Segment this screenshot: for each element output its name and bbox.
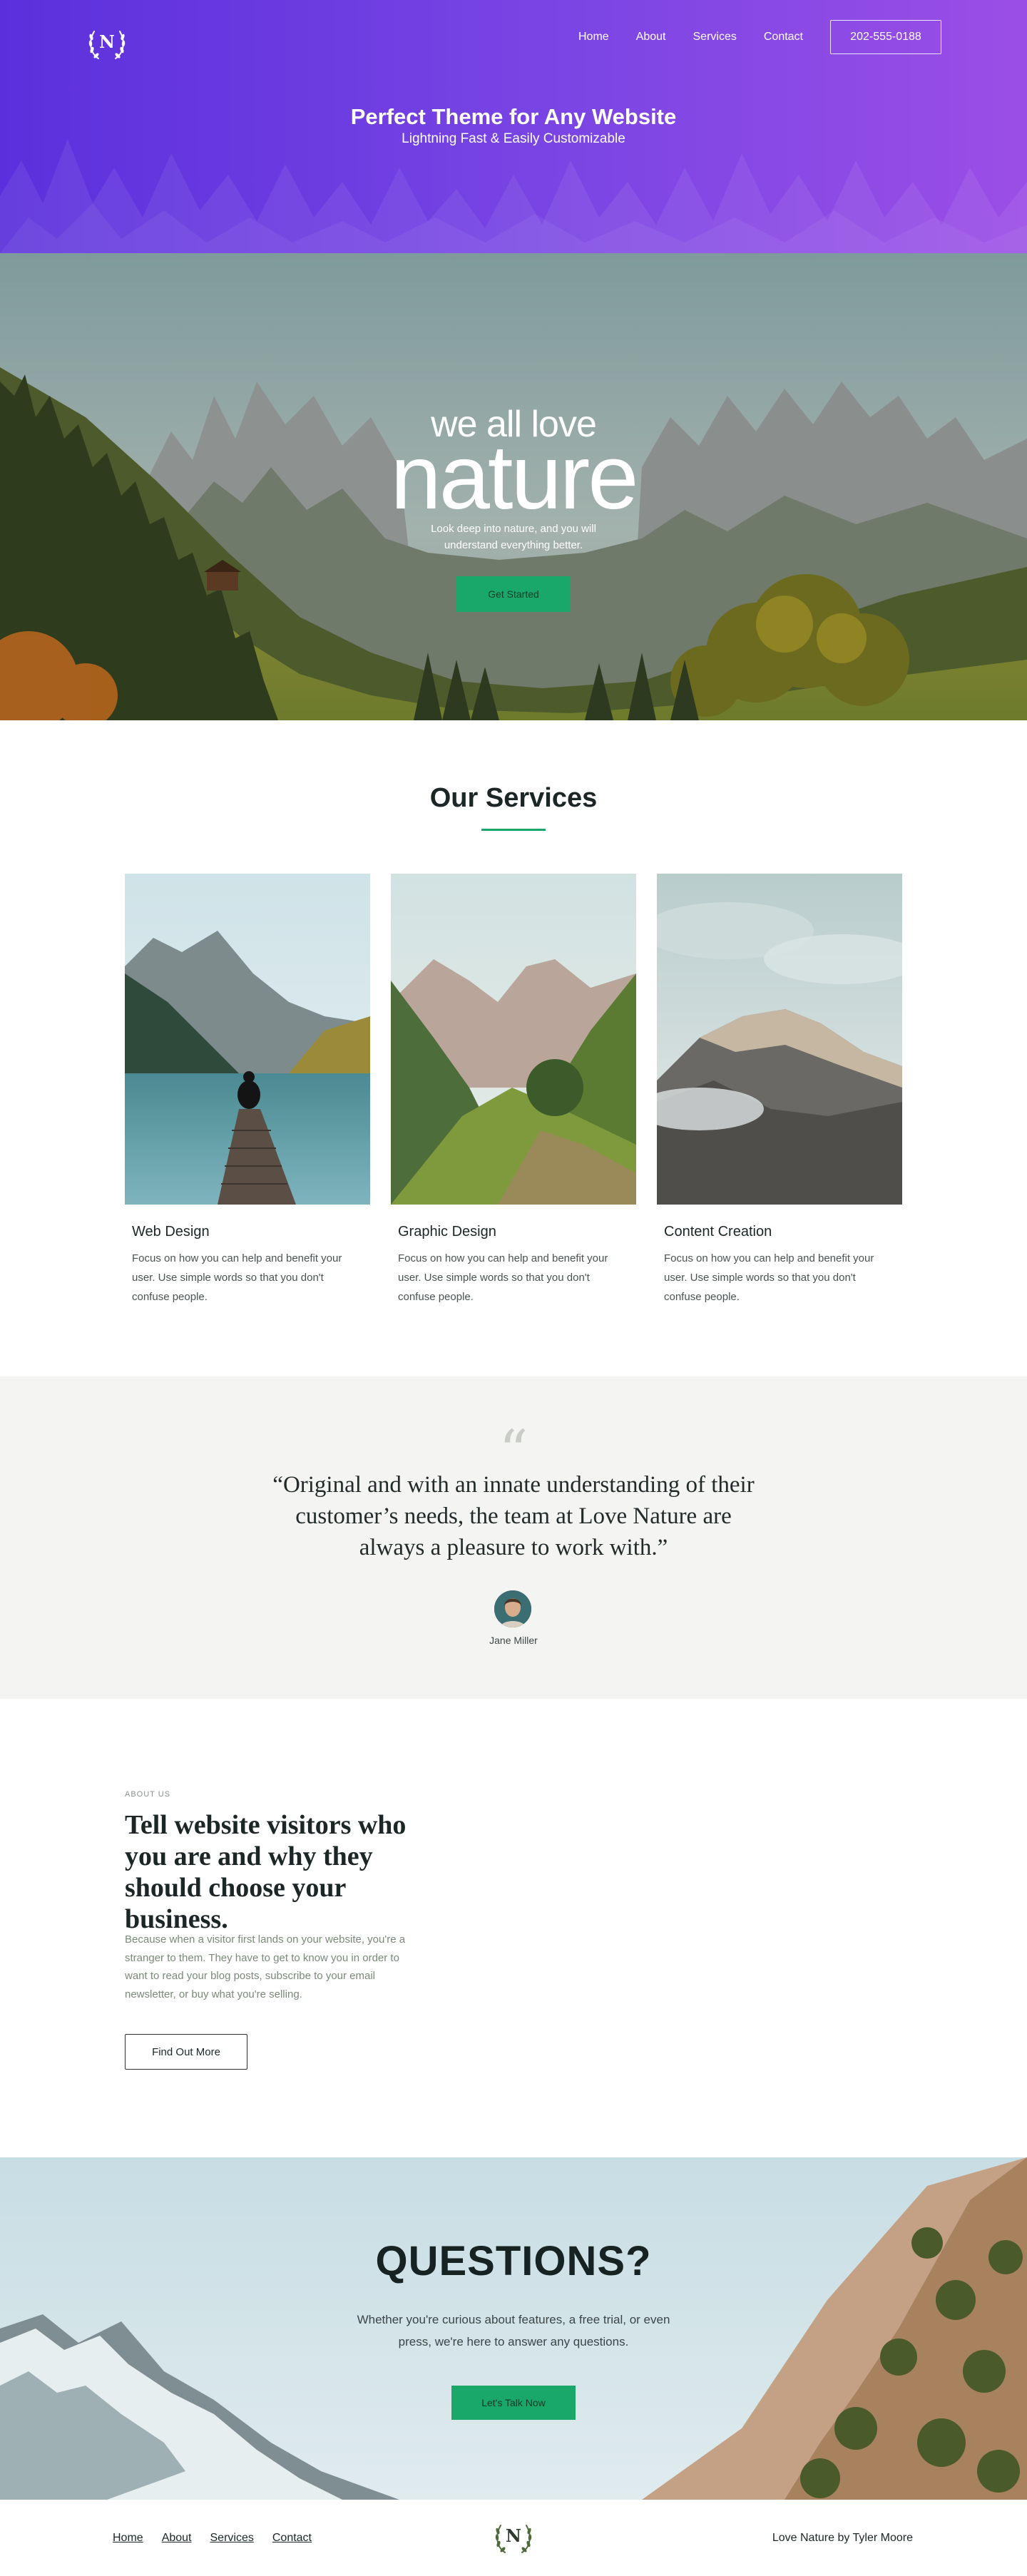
avatar: [494, 1590, 531, 1627]
footer: Home About Services Contact N Love Natur…: [0, 2500, 1027, 2576]
nav-link-home[interactable]: Home: [578, 31, 609, 44]
service-card-web-design: Web Design Focus on how you can help and…: [125, 874, 370, 1307]
phone-button[interactable]: 202-555-0188: [830, 20, 941, 54]
laurel-wreath-logo-icon[interactable]: N: [84, 20, 130, 66]
hero-section: we all love nature Look deep into nature…: [0, 253, 1027, 720]
service-image-valley: [391, 874, 636, 1205]
logo-letter: N: [99, 31, 115, 52]
service-description: Focus on how you can help and benefit yo…: [132, 1252, 342, 1303]
service-title: Graphic Design: [398, 1224, 496, 1240]
logo-letter: N: [506, 2525, 521, 2546]
service-image-lake-dock: [125, 874, 370, 1205]
avatar-image: [494, 1590, 531, 1627]
find-out-more-button[interactable]: Find Out More: [125, 2034, 247, 2070]
questions-section: QUESTIONS? Whether you're curious about …: [0, 2157, 1027, 2500]
service-card-content-creation: Content Creation Focus on how you can he…: [657, 874, 902, 1307]
service-title: Web Design: [132, 1224, 210, 1240]
nav-link-services[interactable]: Services: [693, 31, 737, 44]
get-started-button[interactable]: Get Started: [456, 576, 571, 612]
laurel-wreath-logo-icon[interactable]: N: [491, 2514, 536, 2560]
services-title: Our Services: [429, 783, 598, 813]
about-kicker: ABOUT US: [125, 1790, 171, 1799]
service-image-cliff: [657, 874, 902, 1205]
header-subtitle: Lightning Fast & Easily Customizable: [402, 131, 625, 146]
services-section: Our Services Web Design Focus on how you…: [0, 720, 1027, 1376]
nav-link-about[interactable]: About: [636, 31, 666, 44]
testimonial-author: Jane Miller: [489, 1635, 538, 1646]
top-header: N Home About Services Contact 202-555-01…: [0, 0, 1027, 253]
footer-link-services[interactable]: Services: [210, 2532, 254, 2545]
title-underline: [481, 829, 546, 831]
footer-link-contact[interactable]: Contact: [272, 2532, 312, 2545]
service-description: Focus on how you can help and benefit yo…: [398, 1252, 608, 1303]
footer-credit: Love Nature by Tyler Moore: [772, 2532, 913, 2544]
about-title: Tell website visitors who you are and wh…: [125, 1810, 407, 1934]
about-description: Because when a visitor first lands on yo…: [125, 1933, 406, 2000]
nav-links: Home About Services Contact 202-555-0188: [578, 20, 1027, 54]
testimonial-section: “ “Original and with an innate understan…: [0, 1376, 1027, 1699]
main-nav: N Home About Services Contact 202-555-01…: [0, 20, 1027, 59]
footer-links: Home About Services Contact: [113, 2532, 330, 2545]
footer-link-home[interactable]: Home: [113, 2532, 143, 2545]
testimonial-quote: “Original and with an innate understandi…: [272, 1472, 755, 1560]
questions-title: QUESTIONS?: [375, 2238, 652, 2284]
service-title: Content Creation: [664, 1224, 772, 1240]
footer-link-about[interactable]: About: [162, 2532, 192, 2545]
hero-headline: nature: [390, 426, 639, 528]
service-card-graphic-design: Graphic Design Focus on how you can help…: [391, 874, 636, 1307]
service-description: Focus on how you can help and benefit yo…: [664, 1252, 874, 1303]
nav-link-contact[interactable]: Contact: [764, 31, 803, 44]
hero-description: Look deep into nature, and you will unde…: [431, 523, 596, 551]
lets-talk-now-button[interactable]: Let's Talk Now: [451, 2386, 576, 2420]
questions-description: Whether you're curious about features, a…: [357, 2313, 670, 2348]
header-title: Perfect Theme for Any Website: [350, 104, 677, 129]
about-section: ABOUT US Tell website visitors who you a…: [0, 1699, 1027, 2157]
